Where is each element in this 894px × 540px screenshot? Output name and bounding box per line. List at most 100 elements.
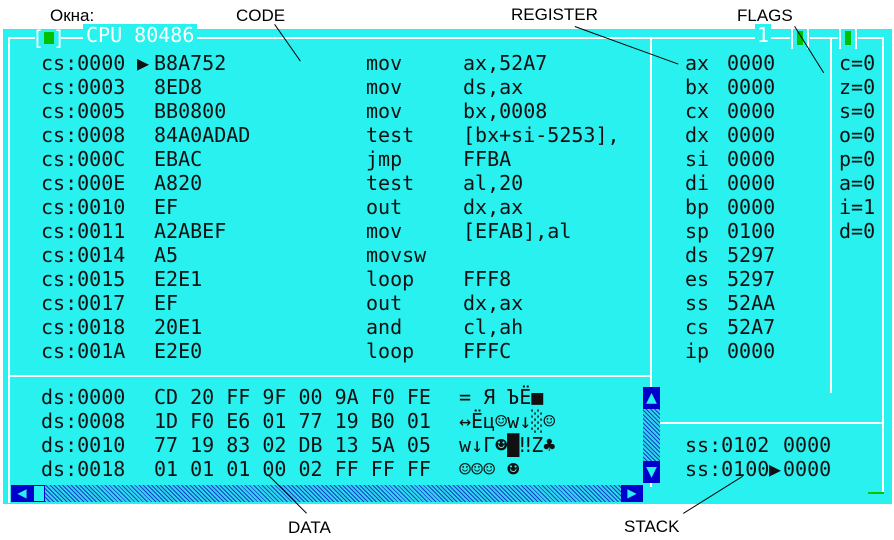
scroll-left-icon[interactable]: ◀ xyxy=(11,485,33,502)
flag-row[interactable]: s=0 xyxy=(839,99,887,123)
register-value: 0000 xyxy=(727,51,776,75)
code-line[interactable]: cs:0010 EF out dx,ax xyxy=(41,195,646,219)
register-row[interactable]: ss 52AA xyxy=(685,291,825,315)
flag-value: p=0 xyxy=(839,147,876,171)
dump-chars: = Я ЪЁ■ xyxy=(459,385,544,409)
code-line[interactable]: cs:0014 A5 movsw xyxy=(41,243,646,267)
register-row[interactable]: di 0000 xyxy=(685,171,825,195)
register-row[interactable]: sp 0100 xyxy=(685,219,825,243)
scroll-up-icon[interactable]: ▲ xyxy=(643,387,660,409)
dump-line[interactable]: ds:0010 77 19 83 02 DB 13 5A 05 w↓Г☻█‼Z♣ xyxy=(41,433,641,457)
code-line[interactable]: cs:0011 A2ABEF mov [EFAB],al xyxy=(41,219,646,243)
register-row[interactable]: bx 0000 xyxy=(685,75,825,99)
register-flags-divider xyxy=(830,39,832,393)
stack-pointer-marker xyxy=(769,433,781,457)
flag-value: i=1 xyxy=(839,195,876,219)
register-row[interactable]: es 5297 xyxy=(685,267,825,291)
current-instruction-marker xyxy=(137,291,149,315)
flag-row[interactable]: d=0 xyxy=(839,219,887,243)
register-value: 0000 xyxy=(727,195,776,219)
close-box-icon[interactable]: [] xyxy=(32,27,65,49)
code-address: cs:0005 xyxy=(41,99,126,123)
code-address: cs:0008 xyxy=(41,123,126,147)
register-name: ss xyxy=(685,291,710,315)
register-row[interactable]: dx 0000 xyxy=(685,123,825,147)
register-name: si xyxy=(685,147,710,171)
code-line[interactable]: cs:0003 8ED8 mov ds,ax xyxy=(41,75,646,99)
flag-row[interactable]: i=1 xyxy=(839,195,887,219)
dump-line[interactable]: ds:0000 CD 20 FF 9F 00 9A F0 FE = Я ЪЁ■ xyxy=(41,385,641,409)
window-number: 1 xyxy=(755,23,772,47)
register-row[interactable]: ds 5297 xyxy=(685,243,825,267)
register-annotation: REGISTER xyxy=(511,5,598,24)
code-address: cs:000E xyxy=(41,171,126,195)
code-pane[interactable]: cs:0000 ▶ B8A752 mov ax,52A7 cs:0003 8ED8 mov d… xyxy=(41,51,646,377)
data-pane[interactable]: ds:0000 CD 20 FF 9F 00 9A F0 FE = Я ЪЁ■ ds:… xyxy=(41,385,641,485)
register-row[interactable]: ip 0000 xyxy=(685,339,825,363)
code-address: cs:0010 xyxy=(41,195,126,219)
scroll-down-icon[interactable]: ▼ xyxy=(643,461,660,483)
data-horizontal-scrollbar[interactable]: ◀ ▶ xyxy=(11,485,643,502)
register-value: 0000 xyxy=(727,147,776,171)
code-line[interactable]: cs:0017 EF out dx,ax xyxy=(41,291,646,315)
code-address: cs:0003 xyxy=(41,75,126,99)
current-instruction-marker xyxy=(137,315,149,339)
flags-pane[interactable]: c=0 z=0 s=0 o=0 p=0 a=0 i=1 d=0 xyxy=(839,51,887,251)
code-line[interactable]: cs:0000 ▶ B8A752 mov ax,52A7 xyxy=(41,51,646,75)
dump-line[interactable]: ds:0018 01 01 01 00 02 FF FF FF ☺☺☺ ☻ xyxy=(41,457,641,481)
register-name: cx xyxy=(685,99,710,123)
stack-row[interactable]: ss:0102 0000 xyxy=(685,433,880,457)
flag-value: z=0 xyxy=(839,75,876,99)
register-name: cs xyxy=(685,315,710,339)
code-line[interactable]: cs:0008 84A0ADAD test [bx+si-5253], xyxy=(41,123,646,147)
register-value: 0000 xyxy=(727,123,776,147)
code-line[interactable]: cs:0015 E2E1 loop FFF8 xyxy=(41,267,646,291)
code-line[interactable]: cs:0018 20E1 and cl,ah xyxy=(41,315,646,339)
current-instruction-marker xyxy=(137,147,149,171)
register-row[interactable]: si 0000 xyxy=(685,147,825,171)
register-row[interactable]: cx 0000 xyxy=(685,99,825,123)
register-row[interactable]: cs 52A7 xyxy=(685,315,825,339)
dump-line[interactable]: ds:0008 1D F0 E6 01 77 19 B0 01 ↔Ёц☺w↓░☺ xyxy=(41,409,641,433)
code-bytes: A5 xyxy=(154,243,179,267)
register-value: 0000 xyxy=(727,99,776,123)
data-vertical-scrollbar[interactable]: ▲ ▼ xyxy=(643,387,660,483)
scroll-thumb[interactable] xyxy=(33,485,45,502)
code-mnemonic: and xyxy=(366,315,403,339)
register-row[interactable]: ax 0000 xyxy=(685,51,825,75)
code-line[interactable]: cs:000C EBAC jmp FFBA xyxy=(41,147,646,171)
flag-row[interactable]: c=0 xyxy=(839,51,887,75)
flag-row[interactable]: a=0 xyxy=(839,171,887,195)
code-operands: [bx+si-5253], xyxy=(463,123,620,147)
register-name: bx xyxy=(685,75,710,99)
stack-row[interactable]: ss:0100 ▶ 0000 xyxy=(685,457,880,481)
code-mnemonic: jmp xyxy=(366,147,403,171)
cpu-window[interactable]: [] CPU 80486 1 cs:0000 ▶ B8A752 mov ax,52A7 c… xyxy=(3,24,892,504)
flag-row[interactable]: o=0 xyxy=(839,123,887,147)
code-mnemonic: out xyxy=(366,291,403,315)
code-bytes: 8ED8 xyxy=(154,75,203,99)
code-mnemonic: out xyxy=(366,195,403,219)
code-mnemonic: test xyxy=(366,123,415,147)
register-value: 0000 xyxy=(727,75,776,99)
code-line[interactable]: cs:001A E2E0 loop FFFC xyxy=(41,339,646,363)
code-address: cs:0000 xyxy=(41,51,126,75)
code-line[interactable]: cs:000E A820 test al,20 xyxy=(41,171,646,195)
code-bytes: A2ABEF xyxy=(154,219,227,243)
code-address: cs:0017 xyxy=(41,291,126,315)
flag-row[interactable]: p=0 xyxy=(839,147,887,171)
register-name: es xyxy=(685,267,710,291)
flag-value: c=0 xyxy=(839,51,876,75)
register-pane[interactable]: ax 0000 bx 0000 cx 0000 dx 0000 si 0000 di 0000 bp 00… xyxy=(685,51,825,371)
register-name: ax xyxy=(685,51,710,75)
stack-pane[interactable]: ss:0102 0000 ss:0100 ▶ 0000 xyxy=(685,433,880,485)
flag-row[interactable]: z=0 xyxy=(839,75,887,99)
register-row[interactable]: bp 0000 xyxy=(685,195,825,219)
register-name: dx xyxy=(685,123,710,147)
code-operands: [EFAB],al xyxy=(463,219,572,243)
zoom-down-icon[interactable] xyxy=(838,29,858,49)
code-line[interactable]: cs:0005 BB0800 mov bx,0008 xyxy=(41,99,646,123)
resize-corner[interactable] xyxy=(868,492,884,494)
scroll-right-icon[interactable]: ▶ xyxy=(621,485,643,502)
flag-value: o=0 xyxy=(839,123,876,147)
